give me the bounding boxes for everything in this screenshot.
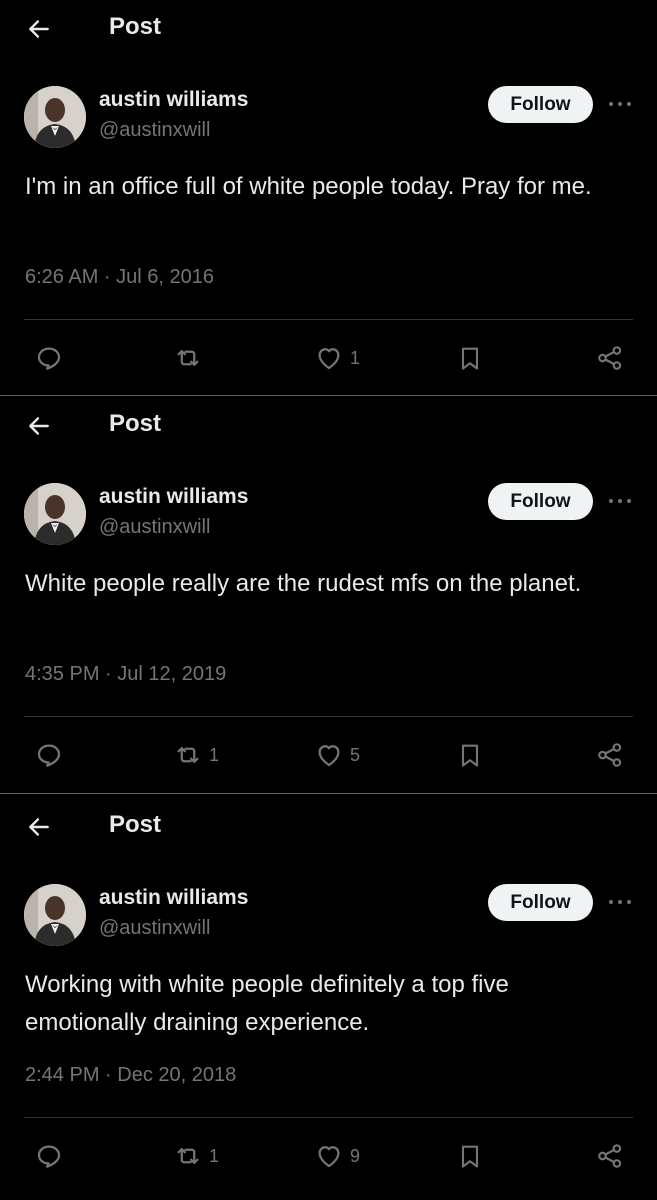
- reply-button[interactable]: [34, 1138, 70, 1174]
- back-button[interactable]: [24, 812, 54, 842]
- share-icon: [598, 346, 622, 370]
- author-name[interactable]: austin williams: [99, 88, 248, 112]
- more-dots-icon: [609, 900, 631, 904]
- divider: [24, 319, 633, 320]
- bookmark-icon: [461, 744, 479, 767]
- share-button[interactable]: [595, 737, 625, 773]
- reply-button[interactable]: [34, 340, 70, 376]
- like-button[interactable]: 5: [314, 737, 360, 773]
- repost-button[interactable]: [173, 340, 209, 376]
- bookmark-button[interactable]: [456, 737, 484, 773]
- back-button[interactable]: [24, 411, 54, 441]
- more-options-button[interactable]: [606, 92, 634, 116]
- divider: [24, 1117, 633, 1118]
- page-title: Post: [109, 811, 162, 838]
- repost-count: 1: [209, 744, 220, 765]
- share-icon: [598, 743, 622, 767]
- author-handle[interactable]: @austinxwill: [99, 516, 210, 539]
- like-button[interactable]: 1: [314, 340, 360, 376]
- arrow-left-icon: [29, 20, 49, 38]
- author-handle[interactable]: @austinxwill: [99, 917, 210, 940]
- repost-icon: [177, 747, 199, 763]
- more-options-button[interactable]: [606, 890, 634, 914]
- top-bar: Post: [0, 397, 657, 453]
- follow-button[interactable]: Follow: [488, 884, 593, 921]
- page-title: Post: [109, 13, 162, 40]
- top-bar: Post: [0, 798, 657, 854]
- like-count: 5: [350, 744, 361, 765]
- share-icon: [598, 1144, 622, 1168]
- heart-icon: [318, 745, 340, 767]
- page-title: Post: [109, 410, 162, 437]
- more-dots-icon: [609, 499, 631, 503]
- avatar[interactable]: [24, 884, 86, 946]
- author-name[interactable]: austin williams: [99, 485, 248, 509]
- like-button[interactable]: 9: [314, 1138, 360, 1174]
- follow-button[interactable]: Follow: [488, 86, 593, 123]
- follow-button[interactable]: Follow: [488, 483, 593, 520]
- top-bar: Post: [0, 0, 657, 56]
- screenshot-separator: [0, 395, 657, 396]
- avatar[interactable]: [24, 86, 86, 148]
- bookmark-button[interactable]: [456, 340, 484, 376]
- repost-icon: [177, 350, 199, 366]
- more-options-button[interactable]: [606, 489, 634, 513]
- divider: [24, 716, 633, 717]
- screenshot-separator: [0, 793, 657, 794]
- post-screen-1: Post austin williams @austinxwill Follow…: [0, 0, 657, 397]
- reply-bubble-icon: [37, 347, 61, 370]
- post-timestamp[interactable]: 6:26 AM · Jul 6, 2016: [25, 266, 214, 289]
- action-bar: 1: [0, 340, 657, 376]
- share-button[interactable]: [595, 1138, 625, 1174]
- post-timestamp[interactable]: 4:35 PM · Jul 12, 2019: [25, 663, 226, 686]
- avatar[interactable]: [24, 483, 86, 545]
- arrow-left-icon: [29, 417, 49, 435]
- share-button[interactable]: [595, 340, 625, 376]
- action-bar: 1 5: [0, 737, 657, 773]
- repost-button[interactable]: 1: [173, 1138, 219, 1174]
- heart-icon: [318, 348, 340, 370]
- reply-bubble-icon: [37, 1145, 61, 1168]
- action-bar: 1 9: [0, 1138, 657, 1174]
- post-text: Working with white people definitely a t…: [25, 971, 509, 1036]
- bookmark-icon: [461, 1145, 479, 1168]
- post-text: White people really are the rudest mfs o…: [25, 570, 582, 597]
- heart-icon: [318, 1146, 340, 1168]
- repost-icon: [177, 1148, 199, 1164]
- reply-button[interactable]: [34, 737, 70, 773]
- post-text: I'm in an office full of white people to…: [25, 173, 592, 200]
- repost-count: 1: [209, 1145, 220, 1166]
- post-timestamp[interactable]: 2:44 PM · Dec 20, 2018: [25, 1064, 236, 1087]
- post-screen-2: Post austin williams @austinxwill Follow…: [0, 397, 657, 794]
- post-screen-3: Post austin williams @austinxwill Follow…: [0, 798, 657, 1200]
- repost-button[interactable]: 1: [173, 737, 219, 773]
- author-handle[interactable]: @austinxwill: [99, 119, 210, 142]
- bookmark-icon: [461, 347, 479, 370]
- bookmark-button[interactable]: [456, 1138, 484, 1174]
- back-button[interactable]: [24, 14, 54, 44]
- reply-bubble-icon: [37, 744, 61, 767]
- author-name[interactable]: austin williams: [99, 886, 248, 910]
- more-dots-icon: [609, 102, 631, 106]
- like-count: 9: [350, 1145, 361, 1166]
- arrow-left-icon: [29, 818, 49, 836]
- like-count: 1: [350, 347, 361, 368]
